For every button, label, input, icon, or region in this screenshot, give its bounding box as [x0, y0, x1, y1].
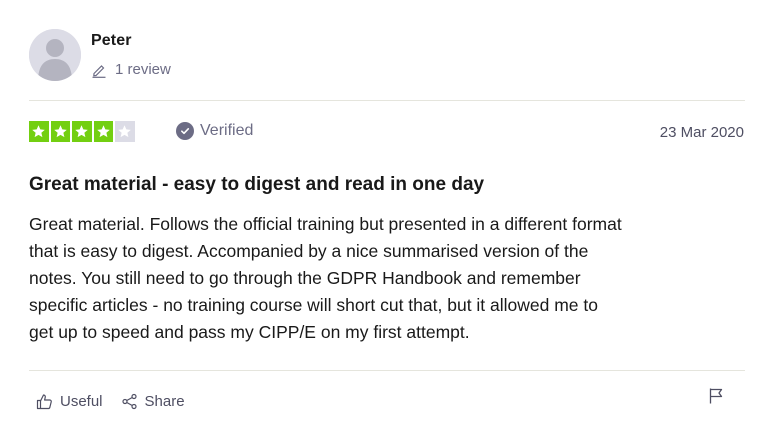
review-body: Great material. Follows the official tra…	[29, 211, 745, 346]
star-empty-icon	[115, 121, 135, 142]
verified-badge[interactable]: Verified	[176, 122, 253, 140]
verified-label: Verified	[200, 122, 254, 139]
review-body-line: specific articles - no training course w…	[29, 295, 598, 315]
avatar[interactable]	[29, 29, 81, 81]
review-date: 23 Mar 2020	[659, 124, 744, 141]
review-body-line: get up to speed and pass my CIPP/E on my…	[29, 322, 470, 342]
review-body-line: notes. You still need to go through the …	[29, 268, 581, 288]
user-silhouette-icon	[29, 29, 81, 81]
star-icon	[29, 121, 49, 142]
flag-icon	[709, 388, 723, 404]
useful-button[interactable]: Useful	[36, 393, 103, 410]
review-body-line: Great material. Follows the official tra…	[29, 214, 622, 234]
thumbs-up-icon	[36, 394, 52, 410]
share-icon	[121, 393, 137, 410]
pencil-icon	[92, 64, 106, 78]
review-body-line: that is easy to digest. Accompanied by a…	[29, 241, 589, 261]
star-icon	[72, 121, 92, 142]
share-label: Share	[144, 393, 185, 410]
useful-label: Useful	[60, 393, 103, 410]
review-count: 1 review	[91, 61, 171, 78]
footer-divider	[29, 370, 745, 371]
review-card: Peter 1 review Verified 23 Mar 2020 Grea…	[0, 0, 768, 442]
star-rating	[29, 121, 135, 142]
star-icon	[50, 121, 70, 142]
review-actions: Useful Share	[36, 393, 203, 410]
header-divider	[29, 100, 745, 101]
star-icon	[93, 121, 113, 142]
review-count-label: 1 review	[115, 61, 171, 78]
share-button[interactable]: Share	[121, 393, 185, 410]
review-title[interactable]: Great material - easy to digest and read…	[29, 174, 745, 196]
reviewer-name[interactable]: Peter	[91, 32, 132, 50]
check-circle-icon	[176, 122, 194, 140]
report-flag-button[interactable]	[708, 387, 724, 410]
